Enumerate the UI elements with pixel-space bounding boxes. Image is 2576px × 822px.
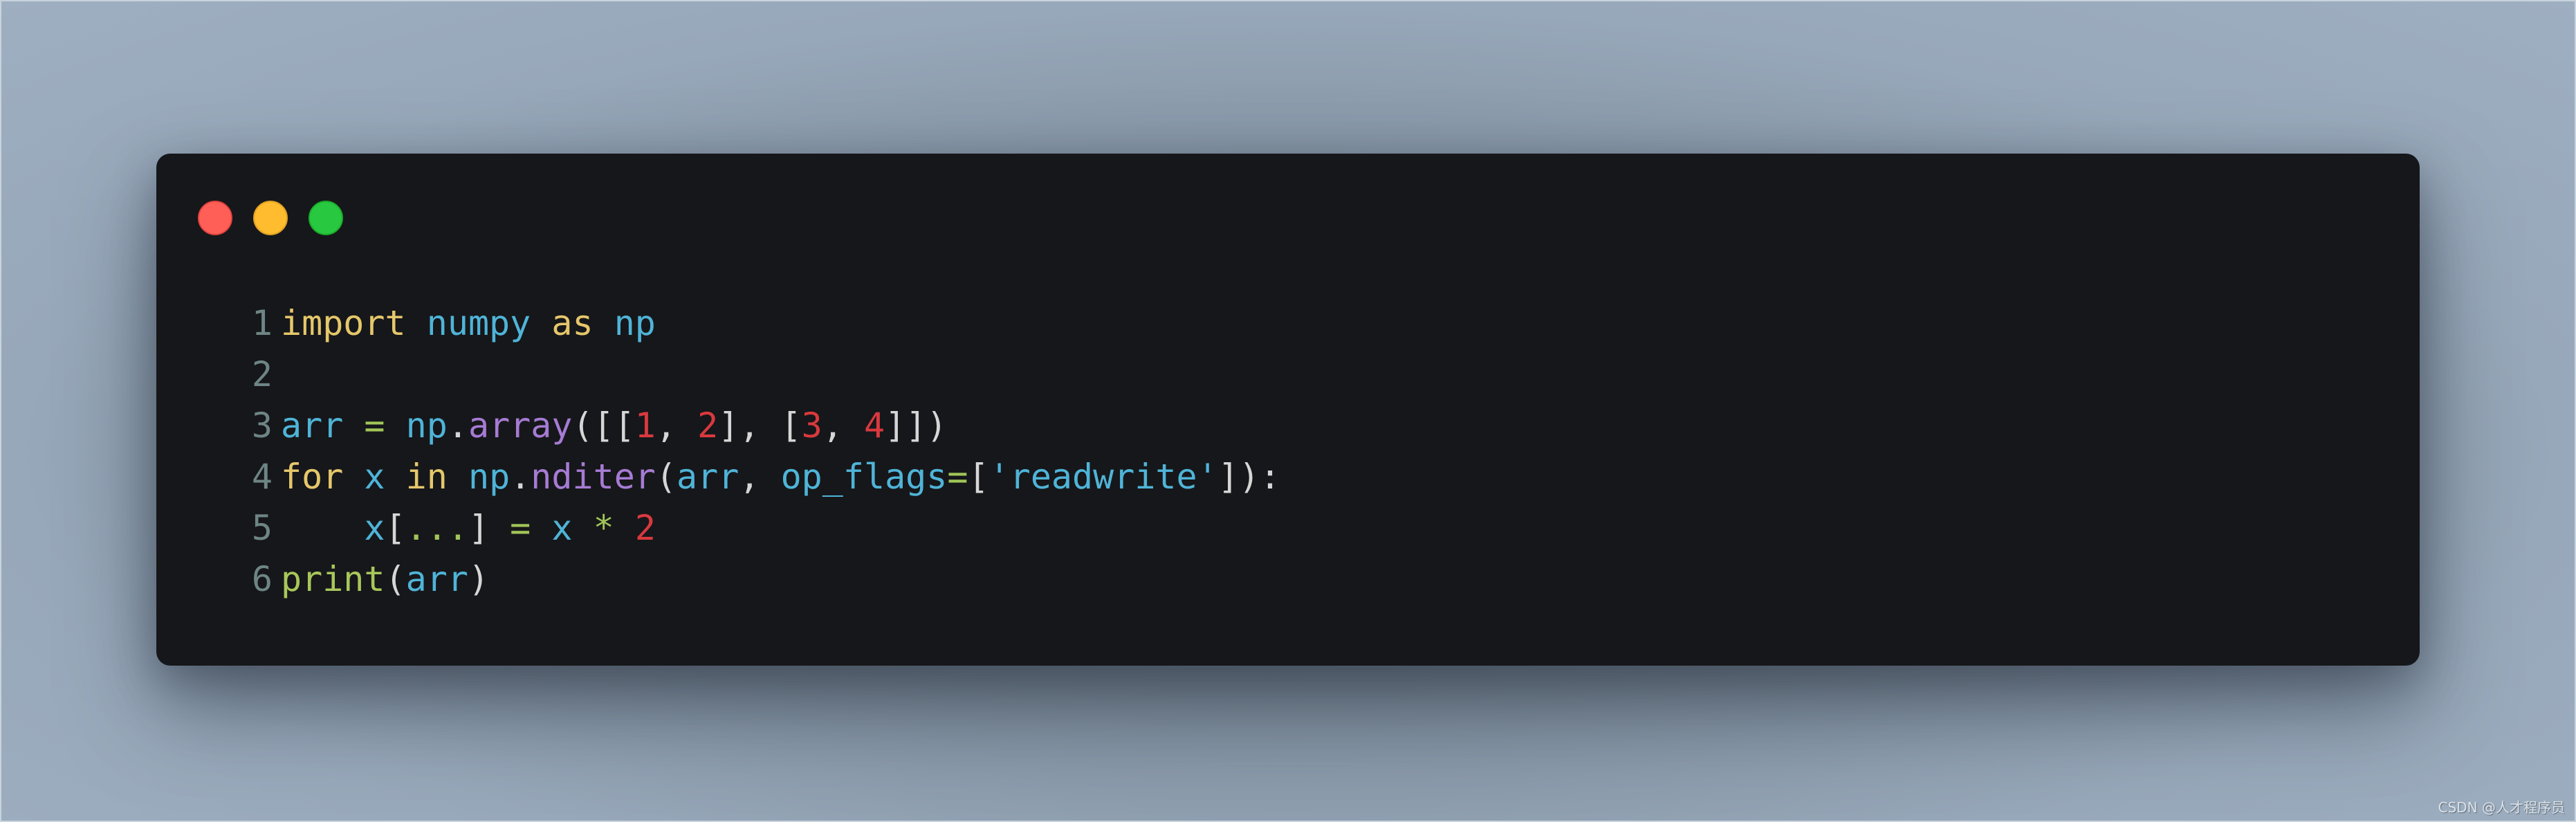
code-token: [ (968, 457, 989, 497)
code-token: 2 (634, 508, 656, 548)
code-token: 1 (634, 405, 656, 446)
line-number: 5 (251, 508, 273, 548)
code-token: for (281, 457, 344, 497)
code-token: . (510, 457, 531, 497)
code-text: arr = np.array([[1, 2], [3, 4]]) (281, 400, 947, 451)
code-token: import (281, 303, 406, 343)
code-token: np (405, 405, 448, 446)
code-token: nditer (531, 457, 656, 497)
code-token: as (551, 303, 594, 343)
code-text: x[...] = x * 2 (281, 502, 656, 554)
window-controls (198, 201, 343, 235)
code-token: ] (468, 508, 490, 548)
code-token: ( (655, 457, 677, 497)
watermark: CSDN @人才程序员 (2438, 799, 2565, 816)
code-token: x (364, 457, 385, 497)
code-line: 6 print(arr) (238, 554, 1280, 605)
code-token: x (551, 508, 573, 548)
code-text: print(arr) (281, 554, 489, 605)
code-token: ) (468, 559, 490, 599)
maximize-dot-icon[interactable] (309, 201, 343, 235)
code-token: np (468, 457, 510, 497)
code-line: 4 for x in np.nditer(arr, op_flags=['read… (238, 451, 1280, 502)
code-token: = (947, 457, 968, 497)
line-number: 3 (251, 405, 273, 446)
code-token: np (614, 303, 656, 343)
code-line: 1 import numpy as np (238, 298, 1280, 349)
code-token: op_flags (780, 457, 948, 497)
code-block: 1 import numpy as np 2 3 arr = np.array([[1,… (238, 298, 1280, 605)
code-token: array (468, 405, 573, 446)
code-text: import numpy as np (281, 298, 656, 349)
code-line: 2 (238, 349, 1280, 400)
code-token: numpy (426, 303, 531, 343)
code-token: 2 (697, 405, 719, 446)
code-token: 'readwrite' (988, 457, 1218, 497)
code-token: ... (405, 508, 468, 548)
code-token: in (405, 457, 448, 497)
code-token: = (364, 405, 385, 446)
code-line: 5 x[...] = x * 2 (238, 502, 1280, 554)
line-number: 6 (251, 559, 273, 599)
code-token: . (447, 405, 468, 446)
code-token: [ (385, 508, 406, 548)
code-token: print (281, 559, 385, 599)
code-line: 3 arr = np.array([[1, 2], [3, 4]]) (238, 400, 1280, 451)
code-token: ([[ (572, 405, 635, 446)
code-token: = (510, 508, 531, 548)
code-token: ]): (1217, 457, 1281, 497)
code-window: 1 import numpy as np 2 3 arr = np.array([[1,… (156, 154, 2420, 666)
code-token: , (822, 405, 864, 446)
code-token: ], [ (718, 405, 802, 446)
code-token: arr (677, 457, 739, 497)
code-token: x (364, 508, 385, 548)
code-token: arr (405, 559, 468, 599)
code-token: ( (385, 559, 406, 599)
code-text: for x in np.nditer(arr, op_flags=['readw… (281, 451, 1280, 502)
line-number: 4 (251, 457, 273, 497)
line-number: 2 (251, 354, 273, 394)
code-token: arr (281, 405, 344, 446)
line-number: 1 (251, 303, 273, 343)
code-token: , (655, 405, 698, 446)
close-dot-icon[interactable] (198, 201, 232, 235)
code-token: * (593, 508, 614, 548)
code-token: 3 (801, 405, 822, 446)
minimize-dot-icon[interactable] (253, 201, 288, 235)
code-token: , (739, 457, 781, 497)
code-token: 4 (863, 405, 885, 446)
code-token: ]]) (885, 405, 948, 446)
